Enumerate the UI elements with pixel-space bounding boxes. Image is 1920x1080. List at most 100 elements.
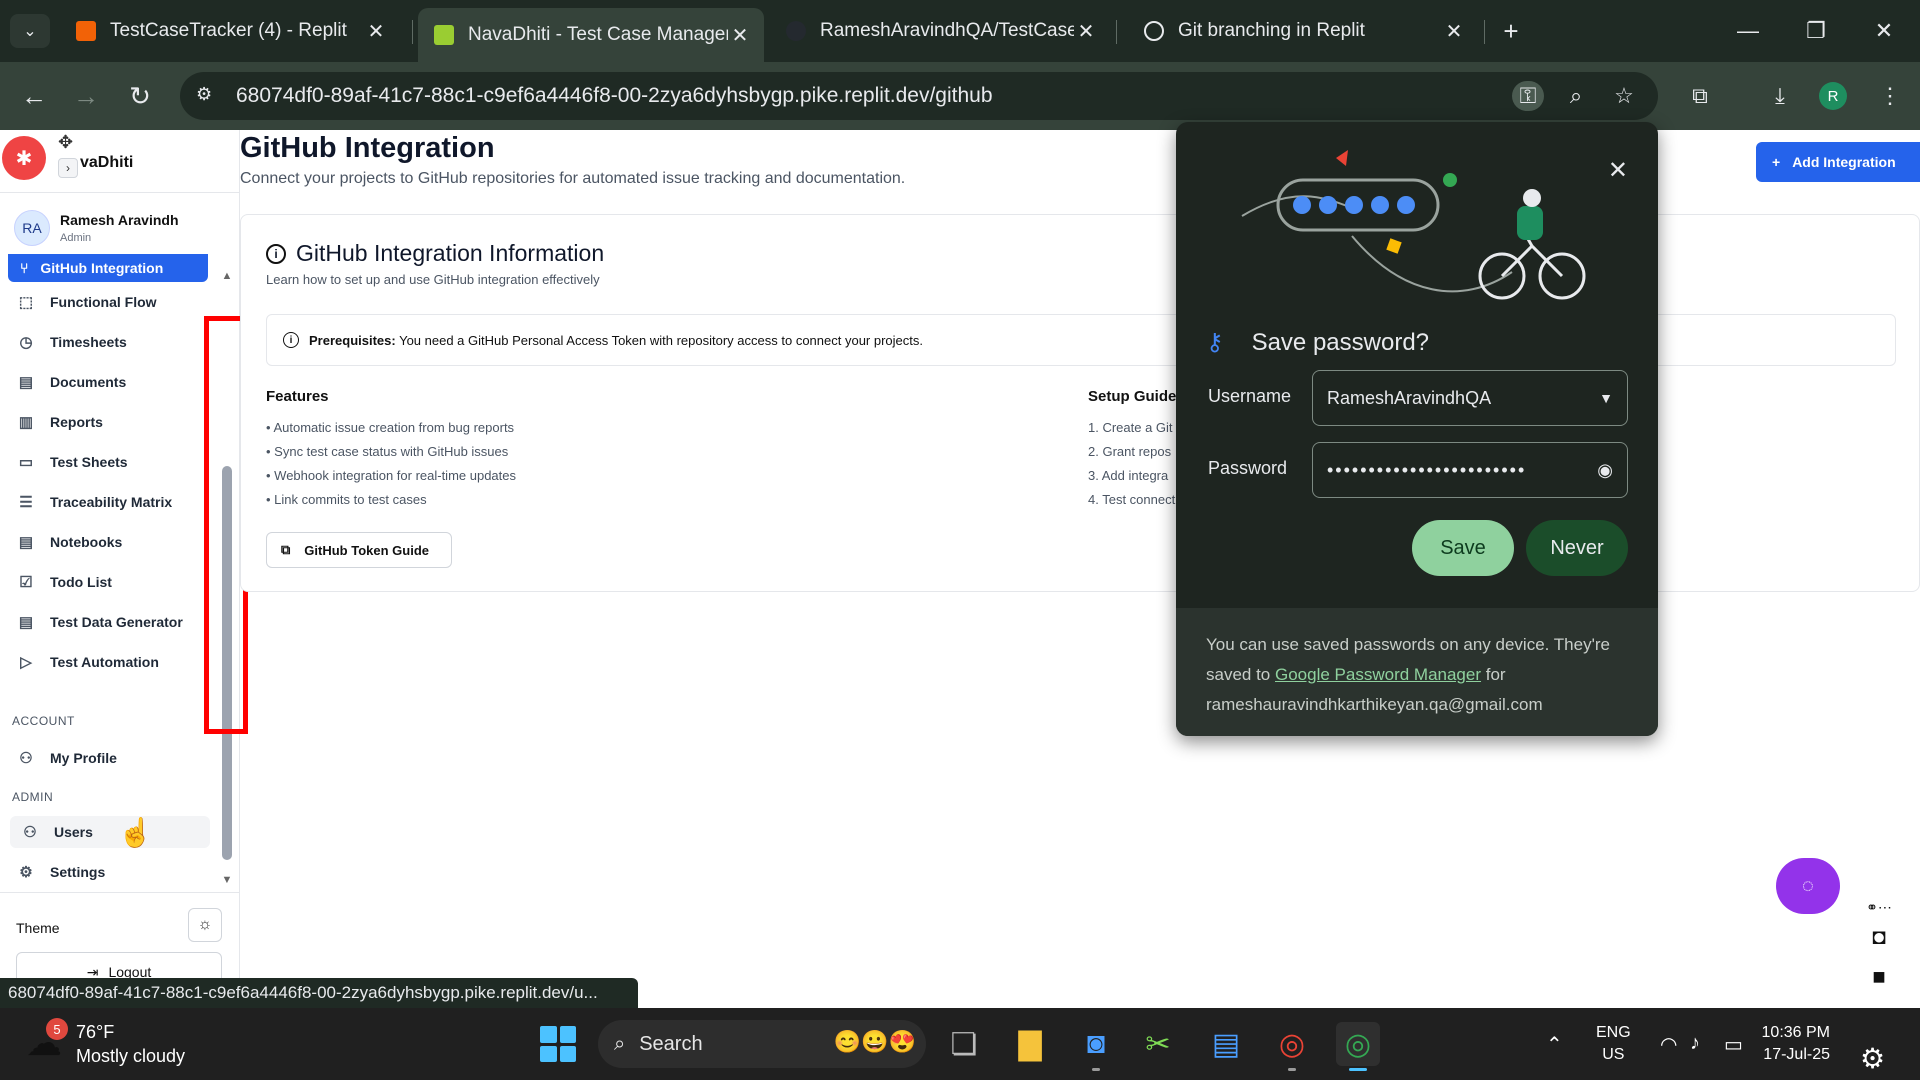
sidebar-item-settings[interactable]: ⚙ Settings [10, 856, 210, 888]
sidebar-item-test-data-generator[interactable]: ▤ Test Data Generator [10, 606, 210, 638]
extensions-puzzle-icon[interactable]: ⧉ [1682, 78, 1718, 114]
sidebar-item-label: Documents [50, 374, 127, 390]
username-field[interactable]: RameshAravindhQA ▼ [1312, 370, 1628, 426]
bookmark-star-icon[interactable]: ☆ [1608, 81, 1640, 111]
chrome-icon[interactable]: ◎ [1270, 1022, 1314, 1066]
play-icon: ▷ [20, 654, 32, 671]
profile-avatar[interactable]: R [1819, 82, 1847, 110]
volume-icon[interactable]: ♪ [1690, 1032, 1700, 1055]
scroll-up-arrow-icon[interactable]: ▲ [220, 270, 234, 284]
mail-app-icon[interactable]: ◙ [1074, 1022, 1118, 1066]
snipping-tool-icon[interactable]: ✂ [1136, 1022, 1180, 1066]
scroll-down-arrow-icon[interactable]: ▼ [220, 874, 234, 888]
password-key-icon: ⚷ [1206, 329, 1224, 356]
never-save-button[interactable]: Never [1526, 520, 1628, 576]
sidebar-item-reports[interactable]: ▥ Reports [10, 406, 210, 438]
window-close-icon[interactable]: ✕ [1864, 14, 1904, 48]
page-title: GitHub Integration [240, 132, 495, 164]
address-bar[interactable]: ⚙ 68074df0-89af-41c7-88c1-c9ef6a4446f8-0… [180, 72, 1658, 120]
username-value[interactable]: RameshAravindhQA [1327, 388, 1599, 409]
search-placeholder: Search [639, 1032, 703, 1055]
sidebar-item-my-profile[interactable]: ⚇ My Profile [10, 742, 210, 774]
search-highlight-emoji-icon: 😊😀😍 [833, 1029, 916, 1054]
add-integration-label: Add Integration [1792, 154, 1896, 170]
download-icon[interactable]: ⤓ [1762, 78, 1798, 114]
tab-navadhiti[interactable]: NavaDhiti - Test Case Managem ✕ [418, 8, 764, 62]
sidebar-item-label: GitHub Integration [40, 260, 164, 276]
sidebar-item-github-integration[interactable]: ⑂ GitHub Integration [8, 254, 208, 282]
sidebar-item-traceability-matrix[interactable]: ☰ Traceability Matrix [10, 486, 210, 518]
password-value[interactable]: •••••••••••••••••••••••• [1327, 460, 1597, 481]
notepad-icon[interactable]: ▤ [1204, 1022, 1248, 1066]
external-link-icon: ⧉ [281, 542, 291, 557]
sidebar-item-test-sheets[interactable]: ▭ Test Sheets [10, 446, 210, 478]
restore-icon[interactable]: ❐ [1796, 14, 1836, 48]
chrome-menu-kebab-icon[interactable]: ⋮ [1872, 78, 1908, 114]
account-email: rameshauravindhkarthikeyan.qa@gmail.com [1206, 695, 1543, 714]
sidebar-item-functional-flow[interactable]: ⬚ Functional Flow [10, 286, 210, 318]
forward-arrow-icon[interactable]: → [66, 76, 106, 116]
reload-icon[interactable]: ↻ [120, 76, 160, 116]
sidebar-item-notebooks[interactable]: ▤ Notebooks [10, 526, 210, 558]
task-view-icon[interactable]: ❏ [942, 1022, 986, 1066]
link-dots-icon[interactable]: ⚭⋯ [1858, 890, 1900, 924]
weather-condition[interactable]: Mostly cloudy [76, 1046, 185, 1067]
feature-item: • Webhook integration for real-time upda… [266, 468, 517, 483]
wifi-icon[interactable]: ◠ [1660, 1032, 1677, 1057]
password-key-icon[interactable]: ⚿ [1512, 81, 1544, 111]
new-tab-plus-icon[interactable]: + [1494, 14, 1528, 48]
user-avatar[interactable]: RA [14, 210, 50, 246]
sidebar-item-todo-list[interactable]: ☑ Todo List [10, 566, 210, 598]
add-integration-button[interactable]: + Add Integration [1756, 142, 1920, 182]
lang-code: ENG [1596, 1024, 1631, 1041]
sidebar-item-test-automation[interactable]: ▷ Test Automation [10, 646, 210, 678]
google-password-manager-link[interactable]: Google Password Manager [1275, 665, 1481, 684]
back-arrow-icon[interactable]: ← [14, 76, 54, 116]
chrome-profile-icon[interactable]: ◎ [1336, 1022, 1380, 1066]
setup-step: 1. Create a Git [1088, 420, 1173, 435]
dialog-close-icon[interactable]: ✕ [1608, 156, 1628, 185]
tab-git-branching[interactable]: Git branching in Replit ✕ [1128, 10, 1478, 52]
bug-logo-icon[interactable]: ✱ [2, 136, 46, 180]
replit-favicon-icon [76, 21, 96, 41]
tab-testcasetracker[interactable]: TestCaseTracker (4) - Replit ✕ [60, 10, 400, 52]
video-camera-icon[interactable]: ■ [1858, 960, 1900, 994]
prereq-label: Prerequisites: [309, 332, 396, 348]
save-password-button[interactable]: Save [1412, 520, 1514, 576]
chat-bubble-button[interactable]: ◌ [1776, 858, 1840, 914]
sidebar-item-users[interactable]: ⚇ Users [10, 816, 210, 848]
tab-close-icon[interactable]: ✕ [1074, 19, 1098, 44]
zoom-magnifier-icon[interactable]: ⌕ [1560, 81, 1592, 111]
sidebar-item-timesheets[interactable]: ◷ Timesheets [10, 326, 210, 358]
sidebar-item-documents[interactable]: ▤ Documents [10, 366, 210, 398]
weather-temperature[interactable]: 76°F [76, 1022, 114, 1043]
file-explorer-icon[interactable]: ▇ [1008, 1022, 1052, 1066]
show-password-eye-icon[interactable]: ◉ [1597, 460, 1613, 481]
tab-search-chevron-icon[interactable]: ⌄ [10, 14, 50, 48]
prereq-text: You need a GitHub Personal Access Token … [399, 332, 923, 348]
tab-github-repo[interactable]: RameshAravindhQA/TestCaseTr ✕ [770, 10, 1110, 52]
url-text[interactable]: 68074df0-89af-41c7-88c1-c9ef6a4446f8-00-… [236, 84, 993, 108]
tab-close-icon[interactable]: ✕ [364, 19, 388, 44]
camera-icon[interactable]: ◘ [1858, 920, 1900, 954]
language-indicator[interactable]: ENG US [1596, 1022, 1631, 1066]
dropdown-arrow-icon[interactable]: ▼ [1599, 390, 1613, 406]
system-clock[interactable]: 10:36 PM 17-Jul-25 [1730, 1022, 1830, 1066]
tab-close-icon[interactable]: ✕ [1442, 19, 1466, 44]
sidebar-toggle-chevron-icon[interactable]: › [58, 158, 78, 178]
settings-gear-icon[interactable]: ⚙ [1860, 1042, 1885, 1075]
link-status-bubble: 68074df0-89af-41c7-88c1-c9ef6a4446f8-00-… [0, 978, 638, 1008]
checkbox-icon: ☑ [19, 574, 33, 591]
move-arrows-icon[interactable]: ✥ [58, 132, 73, 153]
tab-title: RameshAravindhQA/TestCaseTr [820, 20, 1074, 41]
theme-sun-icon[interactable]: ☼ [188, 908, 222, 942]
section-label-account: ACCOUNT [12, 714, 75, 728]
tab-close-icon[interactable]: ✕ [728, 23, 752, 48]
windows-start-icon[interactable] [540, 1026, 576, 1062]
password-field[interactable]: •••••••••••••••••••••••• ◉ [1312, 442, 1628, 498]
github-token-guide-button[interactable]: ⧉ GitHub Token Guide [266, 532, 452, 568]
site-info-tune-icon[interactable]: ⚙ [196, 84, 220, 108]
minimize-icon[interactable]: — [1728, 14, 1768, 48]
tray-overflow-chevron-icon[interactable]: ⌃ [1546, 1032, 1563, 1057]
taskbar-search[interactable]: ⌕ Search 😊😀😍 [598, 1020, 926, 1068]
